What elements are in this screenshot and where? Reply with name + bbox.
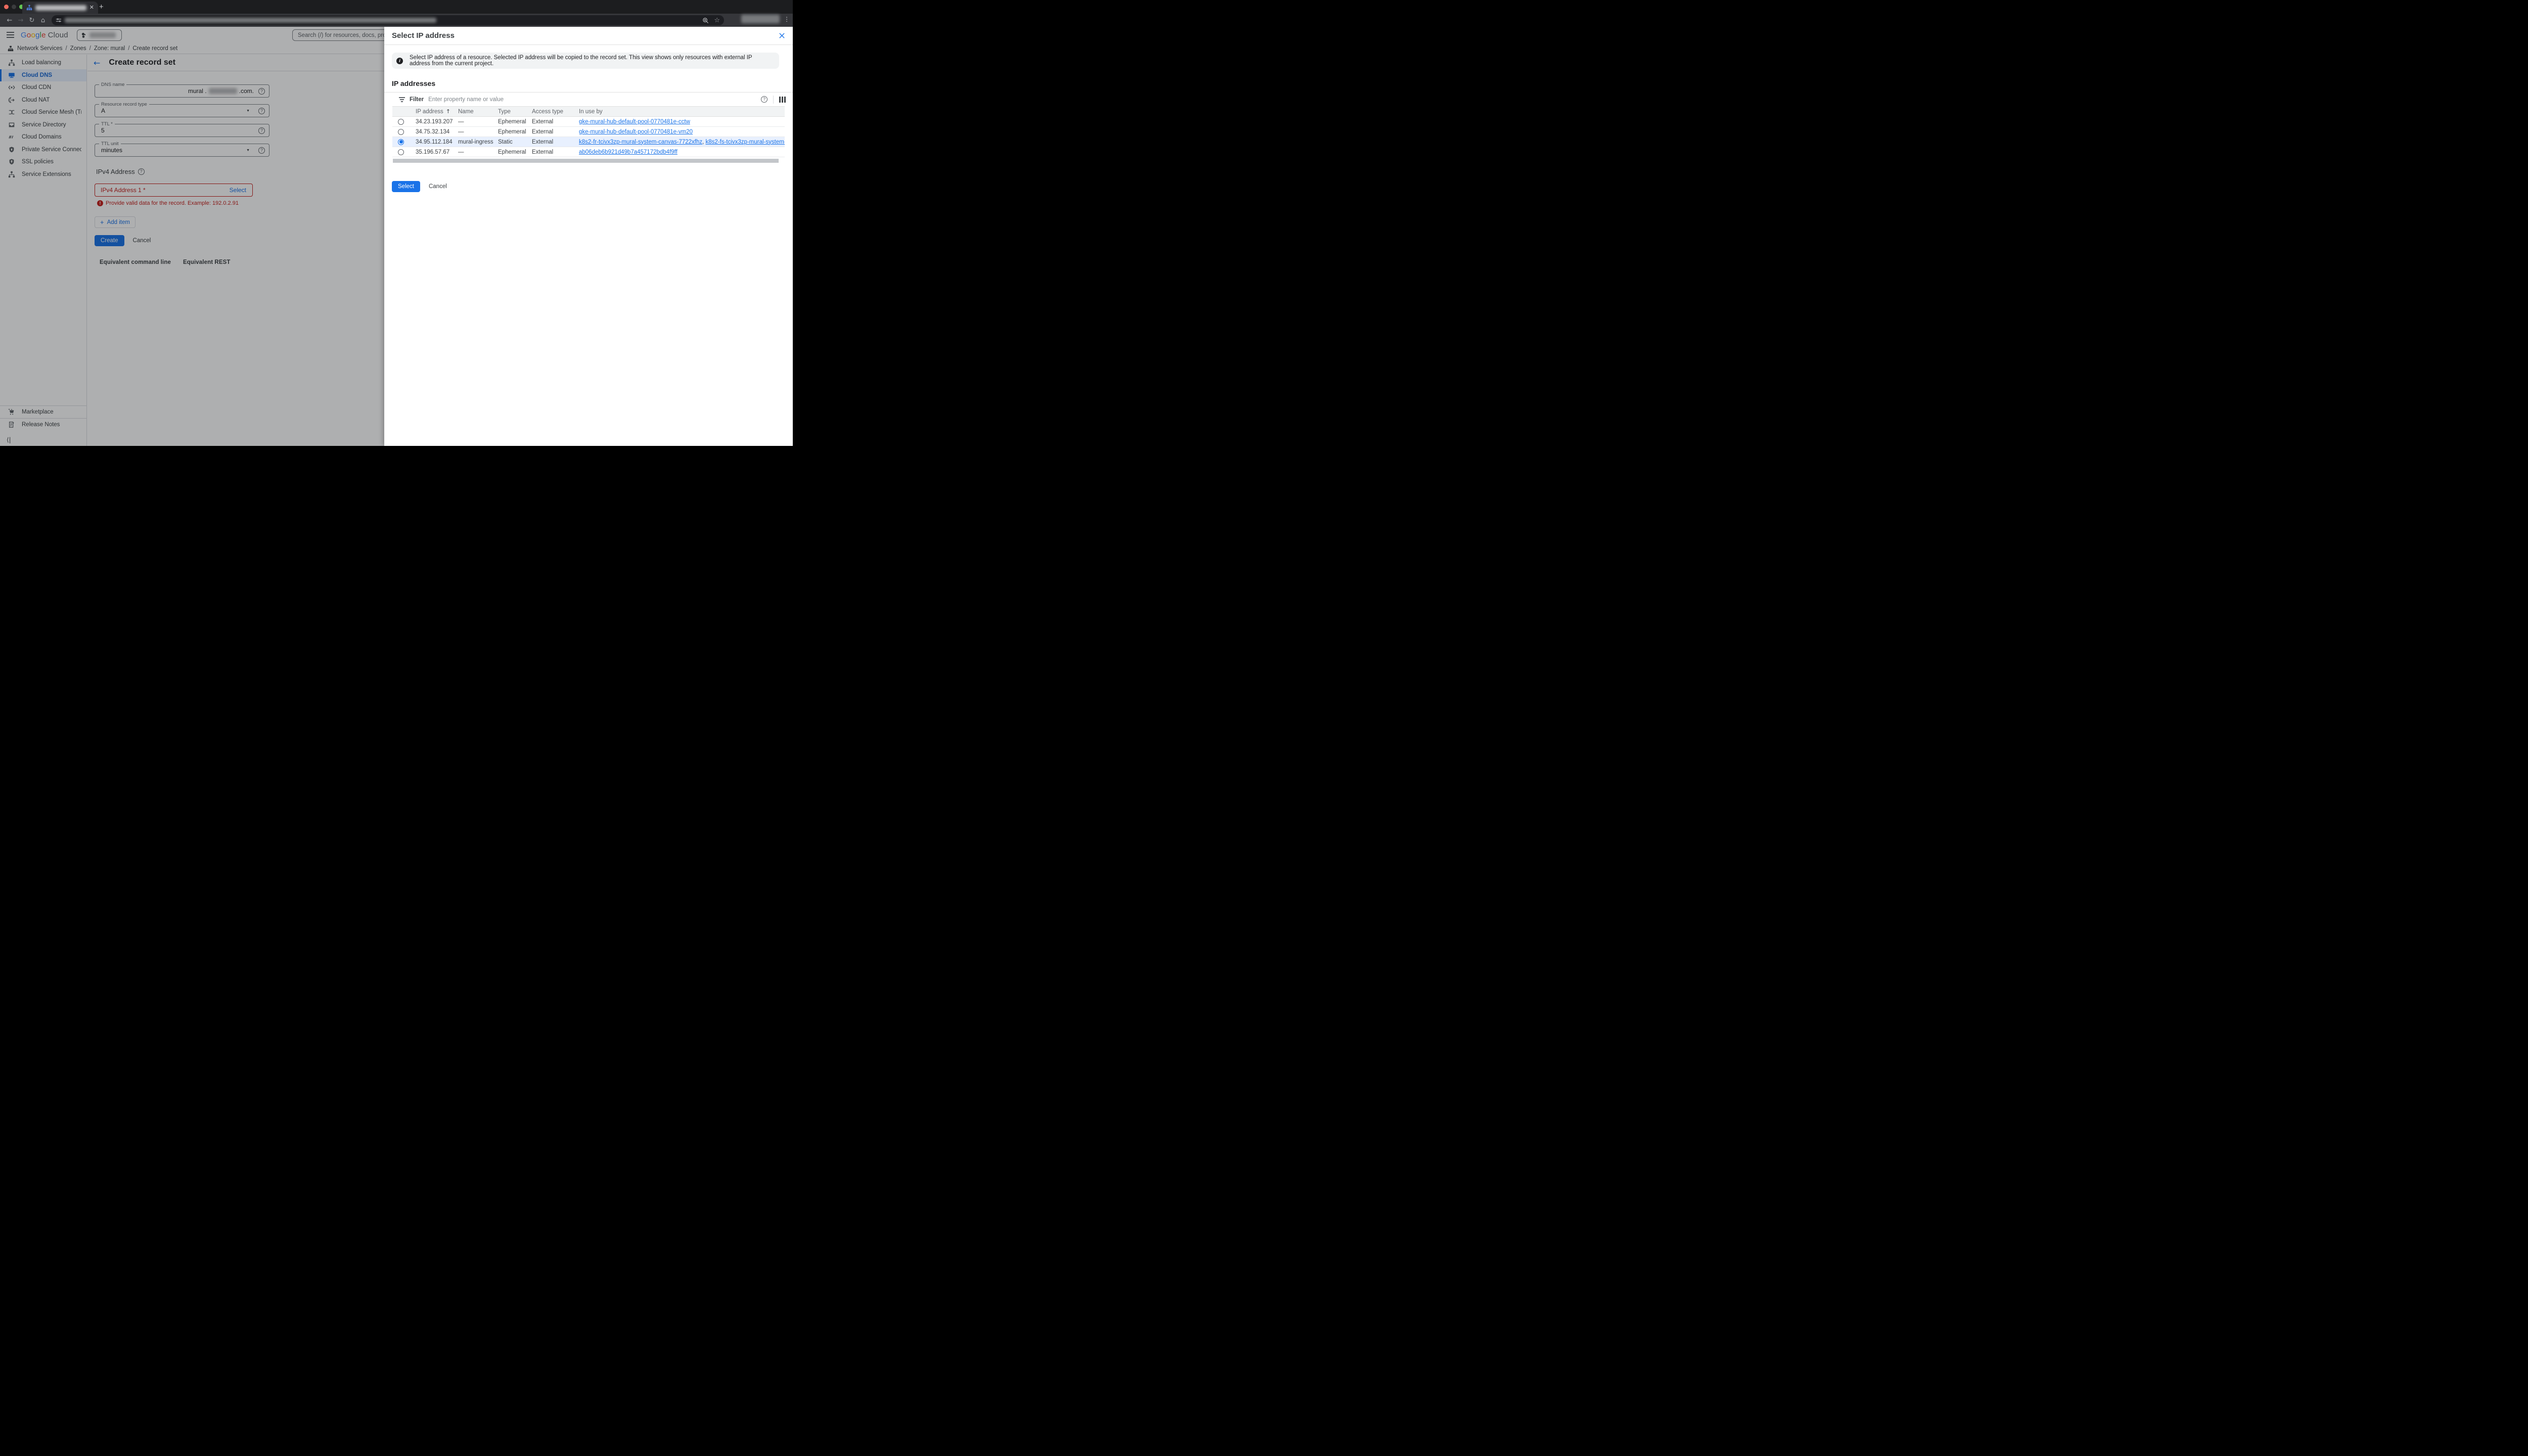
select-button[interactable]: Select <box>392 181 420 192</box>
ip-cell: 35.196.57.67 <box>416 149 450 155</box>
help-icon[interactable]: ? <box>761 96 768 103</box>
address-bar[interactable]: ☆ <box>52 15 724 25</box>
table-row[interactable]: 34.75.32.134 — Ephemeral External gke-mural-… <box>392 127 785 137</box>
ip-cell: 34.75.32.134 <box>416 128 450 135</box>
row-radio-selected[interactable] <box>398 139 404 145</box>
panel-title: Select IP address <box>392 31 455 40</box>
panel-cancel-button[interactable]: Cancel <box>429 184 447 190</box>
bookmark-star-icon[interactable]: ☆ <box>714 17 720 24</box>
extensions-redacted <box>741 15 780 23</box>
scrollbar-thumb[interactable] <box>393 159 779 163</box>
access-type-cell: External <box>532 118 554 125</box>
in-use-by-cell: k8s2-fr-tcivx3zp-mural-system-canvas-772… <box>579 139 785 145</box>
name-cell: — <box>458 128 464 135</box>
browser-chrome: ✕ + ← → ↻ ⌂ ☆ ⋮ <box>0 0 793 27</box>
type-cell: Ephemeral <box>498 149 526 155</box>
info-icon: i <box>396 57 403 64</box>
in-use-by-link[interactable]: k8s2-fr-tcivx3zp-mural-system-canvas-772… <box>579 139 702 145</box>
radio-cell <box>392 118 416 125</box>
sort-ascending-icon: ↑ <box>445 108 450 115</box>
filter-input[interactable] <box>428 96 756 103</box>
column-header-type[interactable]: Type <box>498 109 532 115</box>
filter-icon <box>399 97 405 102</box>
row-radio[interactable] <box>398 128 404 135</box>
browser-toolbar: ← → ↻ ⌂ ☆ <box>0 14 793 27</box>
info-banner: i Select IP address of a resource. Selec… <box>392 53 779 69</box>
url-redacted <box>65 18 436 23</box>
type-cell: Ephemeral <box>498 128 526 135</box>
column-display-icon[interactable] <box>779 96 786 103</box>
ip-addresses-table: IP address ↑ Name Type Access type In use by 3… <box>392 106 785 157</box>
browser-back-icon[interactable]: ← <box>4 17 15 24</box>
info-banner-text: Select IP address of a resource. Selecte… <box>410 55 752 67</box>
window-close-button[interactable] <box>4 5 9 9</box>
ip-cell: 34.95.112.184 <box>416 139 453 145</box>
name-cell: mural-ingress <box>458 139 493 145</box>
new-tab-button[interactable]: + <box>99 3 104 11</box>
divider <box>773 95 774 104</box>
in-use-by-cell: gke-mural-hub-default-pool-0770481e-vm20 <box>579 129 785 135</box>
in-use-by-link[interactable]: ab06deb6b921d49b7a457172bdb4f9ff <box>579 149 678 155</box>
filter-label: Filter <box>410 96 424 103</box>
ip-cell: 34.23.193.207 <box>416 118 453 125</box>
access-type-cell: External <box>532 149 554 155</box>
ip-addresses-heading: IP addresses <box>392 79 436 87</box>
in-use-by-link[interactable]: gke-mural-hub-default-pool-0770481e-vm20 <box>579 129 693 135</box>
tab-favicon-icon <box>26 5 32 11</box>
tune-icon[interactable] <box>56 17 62 23</box>
type-cell: Ephemeral <box>498 118 526 125</box>
in-use-by-link[interactable]: k8s2-fs-tcivx3zp-mural-system-canvas-772… <box>706 139 785 145</box>
row-radio[interactable] <box>398 149 404 155</box>
tab-strip: ✕ + <box>0 0 793 14</box>
browser-reload-icon[interactable]: ↻ <box>26 17 37 24</box>
access-type-cell: External <box>532 139 554 145</box>
browser-menu-icon[interactable]: ⋮ <box>784 16 790 23</box>
column-header-in-use-by[interactable]: In use by <box>579 109 785 115</box>
row-radio[interactable] <box>398 118 404 125</box>
table-row[interactable]: 34.95.112.184 mural-ingress Static External… <box>392 137 785 147</box>
select-ip-panel: Select IP address i Select IP address of… <box>384 27 793 446</box>
browser-tab[interactable]: ✕ <box>22 2 98 14</box>
window-minimize-button[interactable] <box>12 5 16 9</box>
table-header-row: IP address ↑ Name Type Access type In use by <box>392 107 785 117</box>
console-page: Google Cloud Search (/) for resources, do… <box>0 27 793 446</box>
window-controls <box>4 5 24 9</box>
tab-close-icon[interactable]: ✕ <box>89 5 94 11</box>
name-cell: — <box>458 149 464 155</box>
horizontal-scrollbar[interactable] <box>393 159 785 163</box>
radio-cell <box>392 139 416 145</box>
filter-bar: Filter ? <box>384 93 793 106</box>
table-row[interactable]: 34.23.193.207 — Ephemeral External gke-mural… <box>392 117 785 127</box>
zoom-in-icon[interactable] <box>702 17 709 24</box>
in-use-by-cell: ab06deb6b921d49b7a457172bdb4f9ff <box>579 149 785 155</box>
radio-cell <box>392 128 416 135</box>
close-icon[interactable] <box>778 32 786 40</box>
table-row[interactable]: 35.196.57.67 — Ephemeral External ab06deb6b9… <box>392 147 785 157</box>
browser-home-icon[interactable]: ⌂ <box>37 17 49 24</box>
column-header-access-type[interactable]: Access type <box>532 109 579 115</box>
column-header-ip-address[interactable]: IP address ↑ <box>416 108 458 115</box>
browser-forward-icon[interactable]: → <box>15 17 26 24</box>
radio-cell <box>392 149 416 155</box>
in-use-by-cell: gke-mural-hub-default-pool-0770481e-cctw <box>579 119 785 125</box>
in-use-by-link[interactable]: gke-mural-hub-default-pool-0770481e-cctw <box>579 119 690 125</box>
screen: ✕ + ← → ↻ ⌂ ☆ ⋮ Google Cloud Search (/) … <box>0 0 793 446</box>
chrome-right-controls: ⋮ <box>741 15 790 23</box>
tab-title-redacted <box>35 5 86 11</box>
access-type-cell: External <box>532 128 554 135</box>
name-cell: — <box>458 118 464 125</box>
type-cell: Static <box>498 139 513 145</box>
column-header-name[interactable]: Name <box>458 109 498 115</box>
